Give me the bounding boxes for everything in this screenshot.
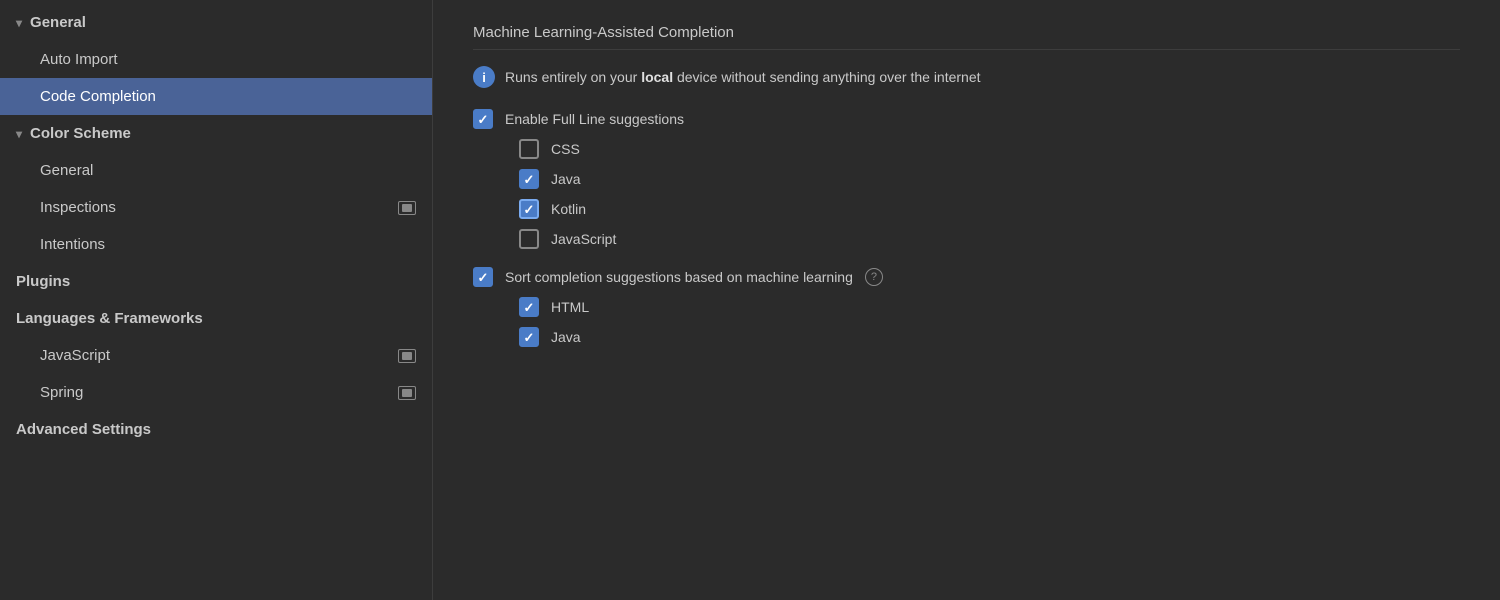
checkmark-html: ✓ [524, 301, 535, 314]
sidebar-item-javascript-label: JavaScript [40, 347, 110, 364]
sidebar-section-plugins[interactable]: Plugins [0, 263, 432, 300]
main-content: Machine Learning-Assisted Completion i R… [433, 0, 1500, 600]
sidebar-item-intentions-label: Intentions [40, 236, 105, 253]
option-row-sort: ✓ Sort completion suggestions based on m… [473, 262, 1460, 292]
sidebar-item-inspections-label: Inspections [40, 199, 116, 216]
sidebar-item-cs-general-label: General [40, 162, 93, 179]
checkbox-css[interactable] [519, 139, 539, 159]
option-row-javascript: JavaScript [473, 224, 1460, 254]
checkmark-kotlin: ✓ [524, 203, 535, 216]
sidebar-item-spring-label: Spring [40, 384, 83, 401]
checkmark-java-sort: ✓ [524, 331, 535, 344]
sidebar-section-languages[interactable]: Languages & Frameworks [0, 300, 432, 337]
option-label-java: Java [551, 171, 581, 187]
checkbox-javascript[interactable] [519, 229, 539, 249]
option-group-sort: ✓ Sort completion suggestions based on m… [473, 262, 1460, 352]
checkmark-sort: ✓ [478, 271, 489, 284]
option-label-full-line: Enable Full Line suggestions [505, 111, 684, 127]
option-label-css: CSS [551, 141, 580, 157]
sidebar: ▾ General Auto Import Code Completion ▾ … [0, 0, 433, 600]
info-row: i Runs entirely on your local device wit… [473, 66, 1460, 88]
checkbox-java[interactable]: ✓ [519, 169, 539, 189]
sidebar-section-advanced-label: Advanced Settings [16, 421, 151, 438]
inspections-icon-inner [402, 204, 412, 212]
sidebar-item-auto-import-label: Auto Import [40, 51, 118, 68]
chevron-down-icon: ▾ [16, 16, 22, 30]
checkmark-full-line: ✓ [478, 113, 489, 126]
sidebar-section-general[interactable]: ▾ General [0, 4, 432, 41]
option-row-full-line: ✓ Enable Full Line suggestions [473, 104, 1460, 134]
option-label-javascript: JavaScript [551, 231, 616, 247]
sidebar-section-color-scheme[interactable]: ▾ Color Scheme [0, 115, 432, 152]
option-label-java-sort: Java [551, 329, 581, 345]
info-text-bold: local [641, 69, 673, 85]
sidebar-section-color-scheme-label: Color Scheme [30, 125, 131, 142]
checkbox-kotlin[interactable]: ✓ [519, 199, 539, 219]
spring-icon-inner [402, 389, 412, 397]
info-text-pre: Runs entirely on your [505, 69, 641, 85]
checkbox-sort[interactable]: ✓ [473, 267, 493, 287]
sidebar-section-general-label: General [30, 14, 86, 31]
option-group-full-line: ✓ Enable Full Line suggestions CSS ✓ Jav… [473, 104, 1460, 254]
chevron-down-icon-2: ▾ [16, 127, 22, 141]
section-title: Machine Learning-Assisted Completion [473, 24, 1460, 50]
javascript-icon [398, 349, 416, 363]
option-label-html: HTML [551, 299, 589, 315]
sidebar-section-advanced[interactable]: Advanced Settings [0, 411, 432, 448]
sidebar-section-plugins-label: Plugins [16, 273, 70, 290]
option-row-css: CSS [473, 134, 1460, 164]
sidebar-item-javascript[interactable]: JavaScript [0, 337, 432, 374]
option-row-kotlin: ✓ Kotlin [473, 194, 1460, 224]
sidebar-item-auto-import[interactable]: Auto Import [0, 41, 432, 78]
sidebar-item-inspections[interactable]: Inspections [0, 189, 432, 226]
inspections-icon [398, 201, 416, 215]
javascript-icon-inner [402, 352, 412, 360]
option-label-sort: Sort completion suggestions based on mac… [505, 269, 853, 285]
option-label-kotlin: Kotlin [551, 201, 586, 217]
sidebar-item-cs-general[interactable]: General [0, 152, 432, 189]
spring-icon [398, 386, 416, 400]
checkmark-java: ✓ [524, 173, 535, 186]
info-text: Runs entirely on your local device witho… [505, 69, 981, 85]
option-row-html: ✓ HTML [473, 292, 1460, 322]
sidebar-section-languages-label: Languages & Frameworks [16, 310, 203, 327]
option-row-java-sort: ✓ Java [473, 322, 1460, 352]
info-text-post: device without sending anything over the… [673, 69, 980, 85]
sidebar-item-spring[interactable]: Spring [0, 374, 432, 411]
checkbox-full-line[interactable]: ✓ [473, 109, 493, 129]
checkbox-html[interactable]: ✓ [519, 297, 539, 317]
question-icon[interactable]: ? [865, 268, 883, 286]
sidebar-item-code-completion-label: Code Completion [40, 88, 156, 105]
option-row-java: ✓ Java [473, 164, 1460, 194]
info-icon: i [473, 66, 495, 88]
sidebar-item-intentions[interactable]: Intentions [0, 226, 432, 263]
checkbox-java-sort[interactable]: ✓ [519, 327, 539, 347]
sidebar-item-code-completion[interactable]: Code Completion [0, 78, 432, 115]
